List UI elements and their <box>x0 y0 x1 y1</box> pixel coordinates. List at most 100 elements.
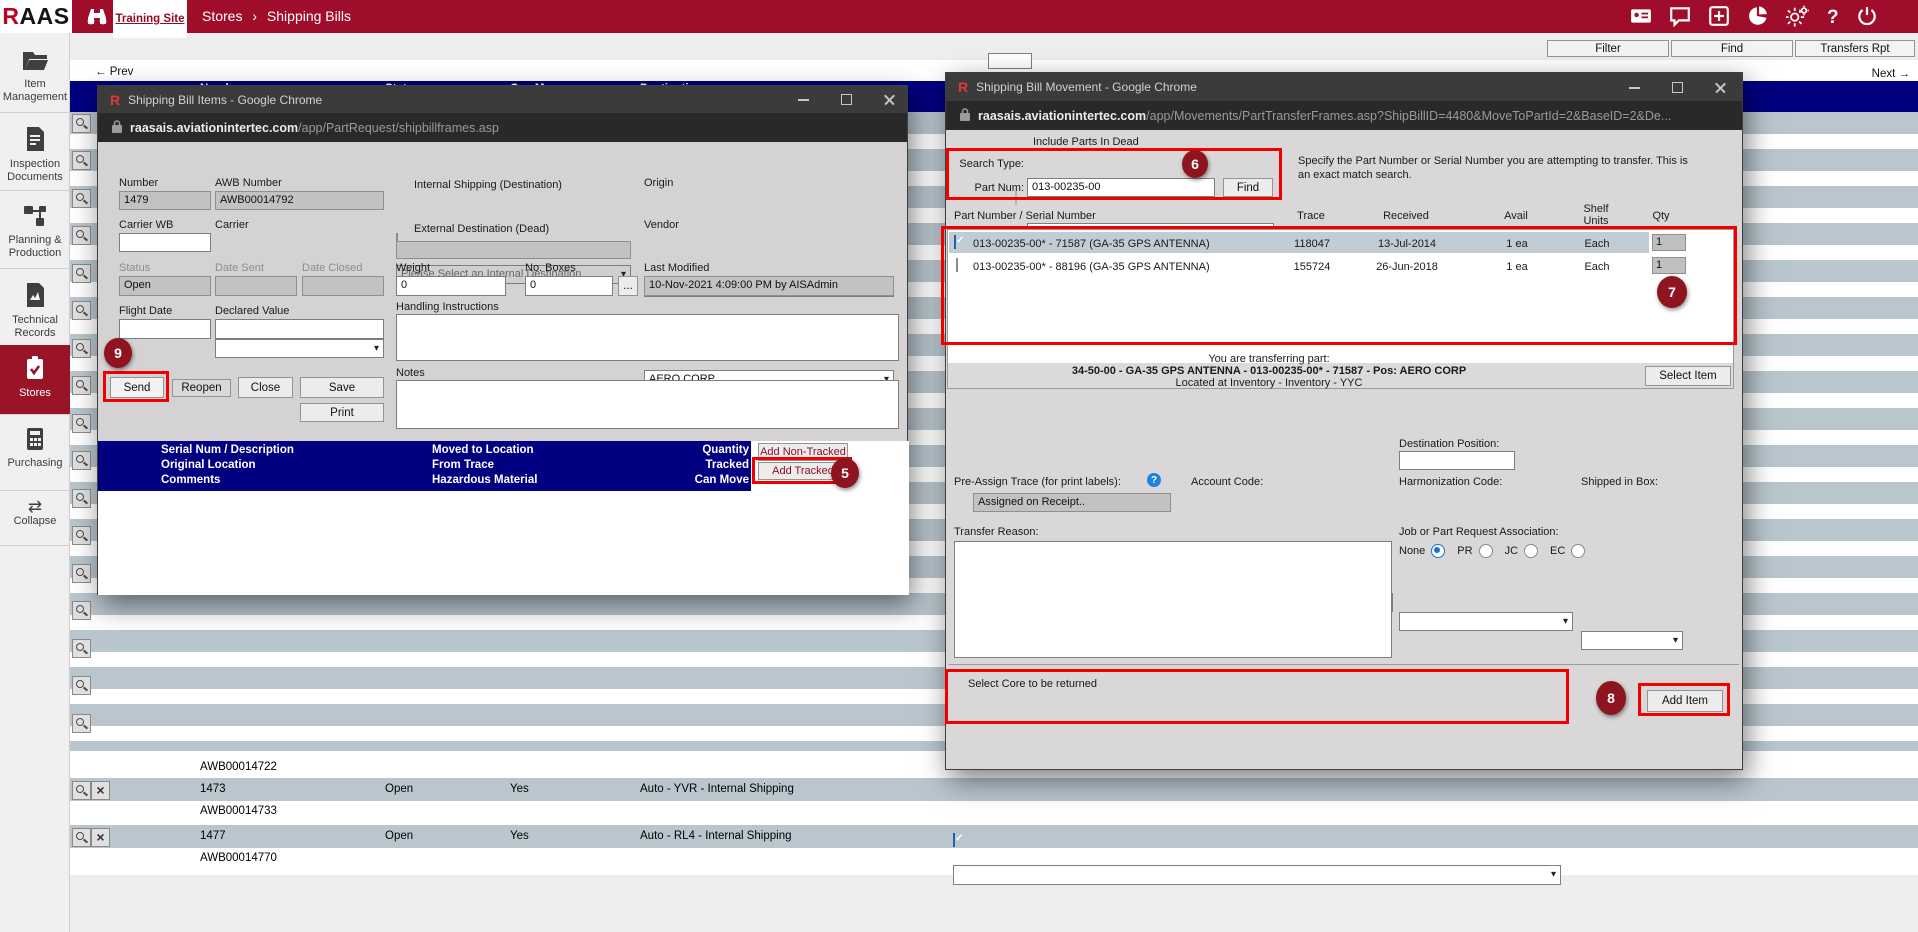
page-number-input[interactable] <box>988 53 1032 69</box>
items-window-urlbar[interactable]: raasais.aviationintertec.com/app/PartReq… <box>98 113 907 142</box>
add-icon[interactable] <box>1708 5 1730 30</box>
row-search-icon[interactable] <box>72 639 91 658</box>
select-item-button[interactable]: Select Item <box>1645 366 1731 386</box>
transfer-reason-textarea[interactable] <box>954 541 1392 658</box>
find-button[interactable]: Find <box>1671 40 1793 57</box>
row-search-icon[interactable] <box>72 264 91 283</box>
sidebar-item-planning-production[interactable]: Planning & Production <box>0 204 70 260</box>
reopen-button[interactable]: Reopen <box>172 379 231 397</box>
help-icon[interactable]: ? <box>1147 473 1161 487</box>
part-num-label: Part Num: <box>952 182 1024 194</box>
app-logo[interactable]: RAAS <box>0 0 72 33</box>
row-search-icon[interactable] <box>72 781 91 800</box>
maximize-icon[interactable] <box>1672 82 1683 93</box>
filter-button[interactable]: Filter <box>1547 40 1669 57</box>
handling-textarea[interactable] <box>396 314 899 361</box>
assoc-radio-pr[interactable] <box>1479 544 1493 558</box>
row-search-icon[interactable] <box>72 451 91 470</box>
result-qty-input[interactable]: 1 <box>1652 234 1686 251</box>
row-search-icon[interactable] <box>72 676 91 695</box>
transfers-rpt-button[interactable]: Transfers Rpt <box>1795 40 1915 57</box>
send-button[interactable]: Send <box>110 377 164 398</box>
chat-icon[interactable] <box>1669 5 1691 30</box>
boxes-field[interactable]: 0 <box>525 276 613 296</box>
close-icon[interactable] <box>1715 82 1726 93</box>
sidebar-item-inspection-documents[interactable]: Inspection Documents <box>0 126 70 184</box>
id-card-icon[interactable] <box>1630 5 1652 30</box>
row-search-icon[interactable] <box>72 301 91 320</box>
save-button[interactable]: Save <box>300 377 384 398</box>
row-search-icon[interactable] <box>72 339 91 358</box>
weight-field[interactable]: 0 <box>396 276 506 296</box>
sidebar-item-technical-records[interactable]: Technical Records <box>0 282 70 340</box>
carrier-select[interactable] <box>215 339 384 358</box>
preassign-field: Assigned on Receipt.. <box>973 493 1171 512</box>
power-icon[interactable] <box>1856 5 1878 30</box>
row-search-icon[interactable] <box>72 564 91 583</box>
next-link[interactable]: Next → <box>1845 68 1910 80</box>
row-delete-icon[interactable] <box>91 781 110 800</box>
assoc-radio-ec[interactable] <box>1571 544 1585 558</box>
assoc-radio-none[interactable] <box>1431 544 1445 558</box>
row-search-icon[interactable] <box>72 114 91 133</box>
row-search-icon[interactable] <box>72 189 91 208</box>
sidebar-item-item-management[interactable]: Item Management <box>0 48 70 104</box>
declared-value-field[interactable] <box>215 319 384 339</box>
result-row-checkbox[interactable] <box>954 235 956 249</box>
results-col-part: Part Number / Serial Number <box>954 210 1096 222</box>
sidebar-item-collapse[interactable]: ⇄ Collapse <box>0 500 70 528</box>
harmonization-select[interactable] <box>1399 612 1573 631</box>
maximize-icon[interactable] <box>841 94 852 105</box>
row-search-icon[interactable] <box>72 151 91 170</box>
boxes-more-button[interactable]: ... <box>618 276 638 296</box>
search-help-line1: Specify the Part Number or Serial Number… <box>1298 155 1688 167</box>
external-destination-label: External Destination (Dead) <box>414 223 549 235</box>
pie-chart-icon[interactable] <box>1747 5 1769 30</box>
movement-window-titlebar[interactable]: R Shipping Bill Movement - Google Chrome <box>946 73 1742 101</box>
help-icon[interactable]: ? <box>1827 7 1839 29</box>
settings-gears-icon[interactable] <box>1786 5 1810 30</box>
minimize-icon[interactable] <box>1629 87 1640 89</box>
row-delete-icon[interactable] <box>91 828 110 847</box>
row-search-icon[interactable] <box>72 226 91 245</box>
dest-position-input[interactable] <box>1399 451 1515 470</box>
row-search-icon[interactable] <box>72 714 91 733</box>
sidebar-item-purchasing[interactable]: Purchasing <box>0 427 70 470</box>
assoc-radio-jc[interactable] <box>1524 544 1538 558</box>
tab-training-site[interactable]: Training Site <box>113 0 187 38</box>
binoculars-icon[interactable] <box>86 6 108 29</box>
row-search-icon[interactable] <box>72 601 91 620</box>
core-checkbox[interactable] <box>953 833 955 847</box>
boxes-label: No. Boxes <box>525 262 576 274</box>
items-window-titlebar[interactable]: R Shipping Bill Items - Google Chrome <box>98 86 907 113</box>
bill-row[interactable] <box>70 825 1918 848</box>
shipped-in-box-select[interactable] <box>1581 631 1683 650</box>
close-icon[interactable] <box>884 94 895 105</box>
carrier-wb-field[interactable] <box>119 233 211 252</box>
prev-link[interactable]: ← Prev <box>95 66 133 78</box>
internal-shipping-label: Internal Shipping (Destination) <box>414 179 562 191</box>
row-search-icon[interactable] <box>72 526 91 545</box>
print-button[interactable]: Print <box>300 403 384 422</box>
add-item-button[interactable]: Add Item <box>1647 690 1723 712</box>
row-search-icon[interactable] <box>72 489 91 508</box>
core-select[interactable] <box>953 865 1561 885</box>
sidebar-item-stores[interactable]: Stores <box>0 345 70 414</box>
movement-window-urlbar[interactable]: raasais.aviationintertec.com/app/Movemen… <box>946 101 1742 130</box>
row-search-icon[interactable] <box>72 828 91 847</box>
notes-label: Notes <box>396 367 425 379</box>
breadcrumb-separator: › <box>252 8 257 24</box>
breadcrumb-stores[interactable]: Stores <box>202 8 242 24</box>
row-search-icon[interactable] <box>72 414 91 433</box>
flight-date-field[interactable] <box>119 319 211 339</box>
result-qty-input[interactable]: 1 <box>1652 257 1686 274</box>
part-num-input[interactable]: 013-00235-00 <box>1027 178 1215 197</box>
result-row-checkbox[interactable] <box>956 258 958 272</box>
bill-row[interactable] <box>70 778 1918 801</box>
row-search-icon[interactable] <box>72 376 91 395</box>
minimize-icon[interactable] <box>798 99 809 101</box>
find-button[interactable]: Find <box>1223 178 1273 197</box>
add-non-tracked-button[interactable]: Add Non-Tracked <box>758 443 848 461</box>
close-button[interactable]: Close <box>238 377 293 398</box>
notes-textarea[interactable] <box>396 380 899 429</box>
